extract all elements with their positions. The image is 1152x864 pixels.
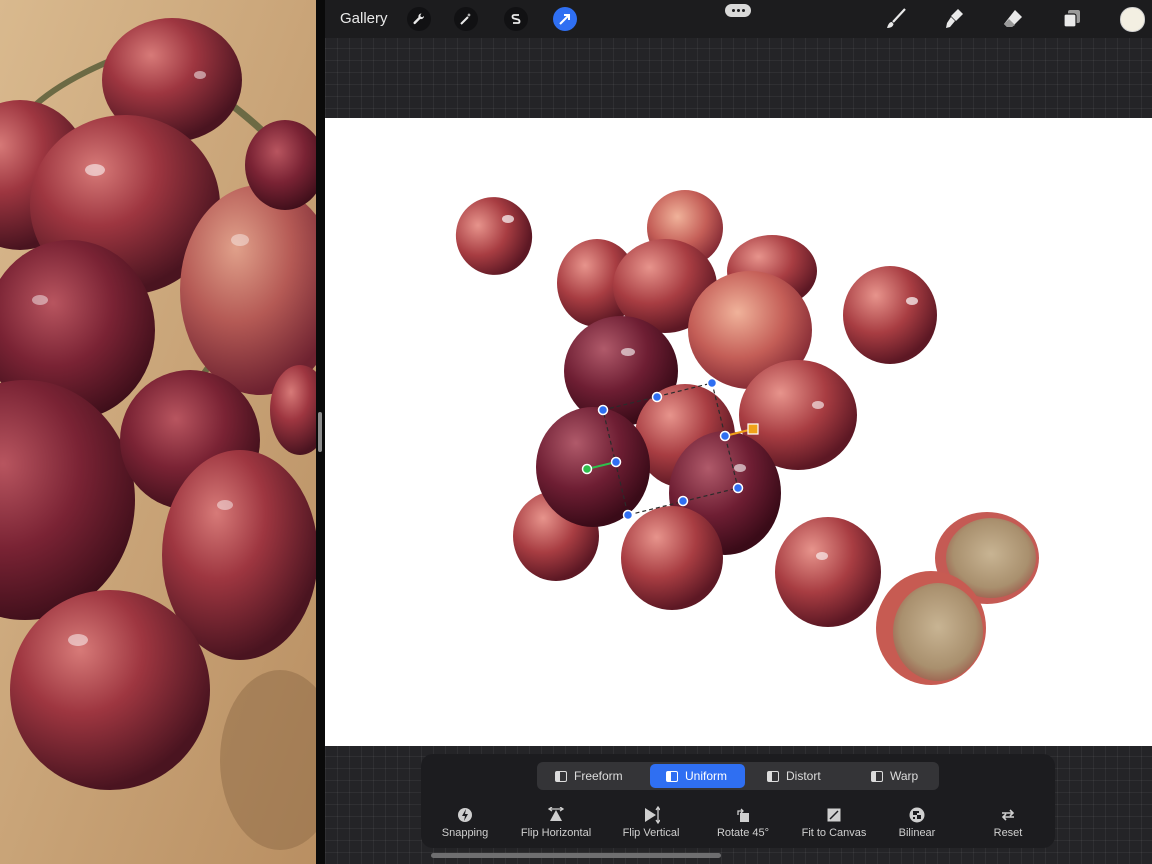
mode-distort-button[interactable]: Distort (751, 764, 843, 788)
fit-to-canvas-button[interactable]: Fit to Canvas (789, 806, 879, 839)
mode-uniform-button[interactable]: Uniform (650, 764, 745, 788)
mode-freeform-button[interactable]: Freeform (539, 764, 637, 788)
rotation-handle (581, 463, 593, 475)
brush-icon (887, 8, 906, 28)
erase-tool-button[interactable] (999, 5, 1027, 33)
rotate-45-button[interactable]: Rotate 45° (703, 806, 783, 839)
selection-button[interactable] (504, 7, 528, 31)
transform-scale-handle (747, 423, 759, 435)
bilinear-button[interactable]: Bilinear (885, 806, 949, 839)
fit-canvas-icon (825, 806, 843, 824)
flip-horizontal-button[interactable]: Flip Horizontal (516, 806, 596, 839)
top-toolbar: Gallery (325, 0, 1152, 38)
gallery-button[interactable]: Gallery (340, 10, 388, 27)
actions-button[interactable] (407, 7, 431, 31)
layers-button[interactable] (1058, 5, 1086, 33)
paint-tool-button[interactable] (882, 5, 910, 33)
snapping-icon (456, 806, 474, 824)
rotate-icon (734, 806, 752, 824)
color-picker-button[interactable] (1120, 7, 1145, 32)
snapping-button[interactable]: Snapping (435, 806, 495, 839)
mode-label: Freeform (574, 769, 623, 783)
drawing-canvas[interactable] (325, 118, 1152, 746)
warp-icon (871, 770, 883, 782)
uniform-icon (666, 770, 678, 782)
reference-photo (0, 0, 316, 864)
flip-horizontal-icon (547, 806, 565, 824)
mode-label: Distort (786, 769, 821, 783)
split-view-handle[interactable] (318, 412, 322, 452)
flip-vertical-icon (642, 806, 660, 824)
smudge-tool-button[interactable] (940, 5, 968, 33)
transform-button[interactable] (553, 7, 577, 31)
distort-icon (767, 770, 779, 782)
more-options-handle[interactable] (725, 4, 751, 17)
magic-wand-icon (460, 13, 471, 25)
reset-button[interactable]: Reset (983, 806, 1033, 839)
mode-label: Uniform (685, 769, 728, 783)
freeform-icon (555, 770, 567, 782)
transform-panel: Freeform Uniform Distort Warp Snapping F… (421, 754, 1055, 848)
eraser-icon (1004, 10, 1022, 27)
transform-mode-selector: Freeform Uniform Distort Warp (537, 762, 939, 790)
bilinear-icon (908, 806, 926, 824)
adjustments-button[interactable] (454, 7, 478, 31)
mode-label: Warp (890, 769, 919, 783)
selection-s-icon (511, 14, 521, 24)
mode-warp-button[interactable]: Warp (855, 764, 937, 788)
flip-vertical-button[interactable]: Flip Vertical (611, 806, 691, 839)
reset-icon (999, 806, 1017, 824)
drawing-app: Gallery Freeform Uniform Distort Warp Sn… (325, 0, 1152, 864)
smudge-icon (946, 9, 963, 28)
layers-icon (1063, 10, 1080, 28)
home-indicator (431, 853, 721, 858)
grape-artwork (455, 190, 1039, 685)
wrench-icon (413, 13, 425, 25)
transform-arrow-icon (559, 14, 570, 25)
